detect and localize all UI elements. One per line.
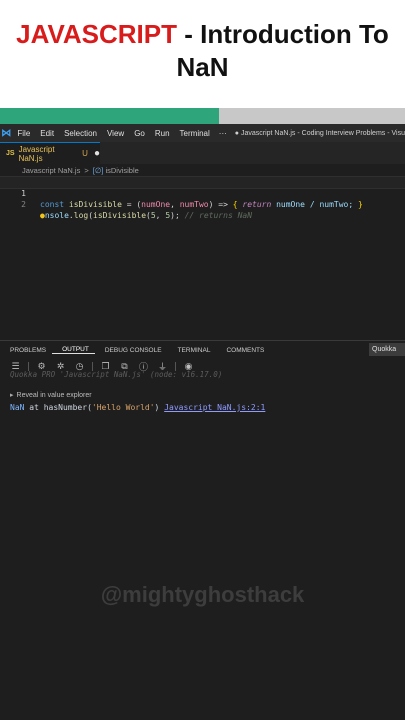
menu-run[interactable]: Run bbox=[150, 129, 175, 138]
tab-terminal[interactable]: TERMINAL bbox=[168, 347, 217, 354]
breadcrumb: Javascript NaN.js > [∅] isDivisible bbox=[0, 164, 405, 177]
code-line[interactable]: 1 const isDivisible = (numOne, numTwo) =… bbox=[0, 176, 405, 209]
menu-bar: ⋈ File Edit Selection View Go Run Termin… bbox=[0, 124, 405, 142]
tab-comments[interactable]: COMMENTS bbox=[216, 347, 270, 354]
javascript-file-icon: JS bbox=[6, 150, 15, 157]
channel-watermark: @mightyghosthack bbox=[100, 582, 305, 607]
tab-untracked-badge: U bbox=[82, 149, 88, 158]
editor-tab-bar: JS Javascript NaN.js U ● bbox=[0, 142, 405, 164]
breadcrumb-symbol[interactable]: isDivisible bbox=[105, 166, 138, 175]
title-accent: JAVASCRIPT bbox=[16, 19, 178, 49]
reveal-in-value-explorer[interactable]: ▸ Reveal in value explorer bbox=[10, 391, 92, 399]
tab-javascript-nan[interactable]: JS Javascript NaN.js U ● bbox=[0, 142, 100, 164]
panel-tabs: PROBLEMS OUTPUT DEBUG CONSOLE TERMINAL C… bbox=[0, 341, 405, 359]
code-editor[interactable]: 1 const isDivisible = (numOne, numTwo) =… bbox=[0, 176, 405, 332]
variable-symbol-icon: [∅] bbox=[92, 166, 104, 175]
progress-bar bbox=[0, 108, 405, 124]
line-number: 2 bbox=[21, 200, 26, 209]
breadcrumb-file[interactable]: Javascript NaN.js bbox=[22, 166, 80, 175]
code-line[interactable]: 2 ●nsole.log(isDivisible(5, 5); // retur… bbox=[0, 188, 405, 220]
title-rest: - Introduction To bbox=[177, 19, 389, 49]
menu-terminal[interactable]: Terminal bbox=[175, 129, 215, 138]
bottom-panel: PROBLEMS OUTPUT DEBUG CONSOLE TERMINAL C… bbox=[0, 340, 405, 720]
breadcrumb-separator: > bbox=[84, 166, 89, 175]
output-result-line: NaN at hasNumber('Hello World') Javascri… bbox=[10, 403, 266, 412]
menu-edit[interactable]: Edit bbox=[35, 129, 59, 138]
source-location-link[interactable]: Javascript NaN.js:2:1 bbox=[164, 403, 265, 412]
tab-problems[interactable]: PROBLEMS bbox=[0, 347, 52, 354]
reveal-label: Reveal in value explorer bbox=[16, 392, 92, 399]
progress-fill bbox=[0, 108, 219, 124]
menu-more[interactable]: ··· bbox=[215, 129, 231, 138]
menu-selection[interactable]: Selection bbox=[59, 129, 102, 138]
tab-debug-console[interactable]: DEBUG CONSOLE bbox=[95, 347, 168, 354]
output-channel-select[interactable]: Quokka bbox=[369, 343, 405, 356]
window-title: ● Javascript NaN.js - Coding Interview P… bbox=[234, 129, 405, 137]
tab-output[interactable]: OUTPUT bbox=[52, 346, 95, 354]
title-line2: NaN bbox=[176, 52, 229, 82]
menu-go[interactable]: Go bbox=[129, 129, 150, 138]
menu-file[interactable]: File bbox=[12, 129, 35, 138]
video-title: JAVASCRIPT - Introduction To NaN bbox=[0, 18, 405, 84]
tab-filename: Javascript NaN.js bbox=[18, 144, 55, 163]
code-text: ●nsole.log(isDivisible(5, 5); // returns… bbox=[40, 211, 253, 220]
tab-dirty-indicator[interactable]: ● bbox=[88, 148, 100, 159]
vscode-icon[interactable]: ⋈ bbox=[0, 128, 12, 139]
vscode-window: ⋈ File Edit Selection View Go Run Termin… bbox=[0, 124, 405, 720]
menu-view[interactable]: View bbox=[102, 129, 129, 138]
quokka-status-line: Quokka PRO 'Javascript NaN.js' (node: v1… bbox=[10, 370, 223, 379]
code-text: const isDivisible = (numOne, numTwo) => … bbox=[40, 200, 363, 209]
